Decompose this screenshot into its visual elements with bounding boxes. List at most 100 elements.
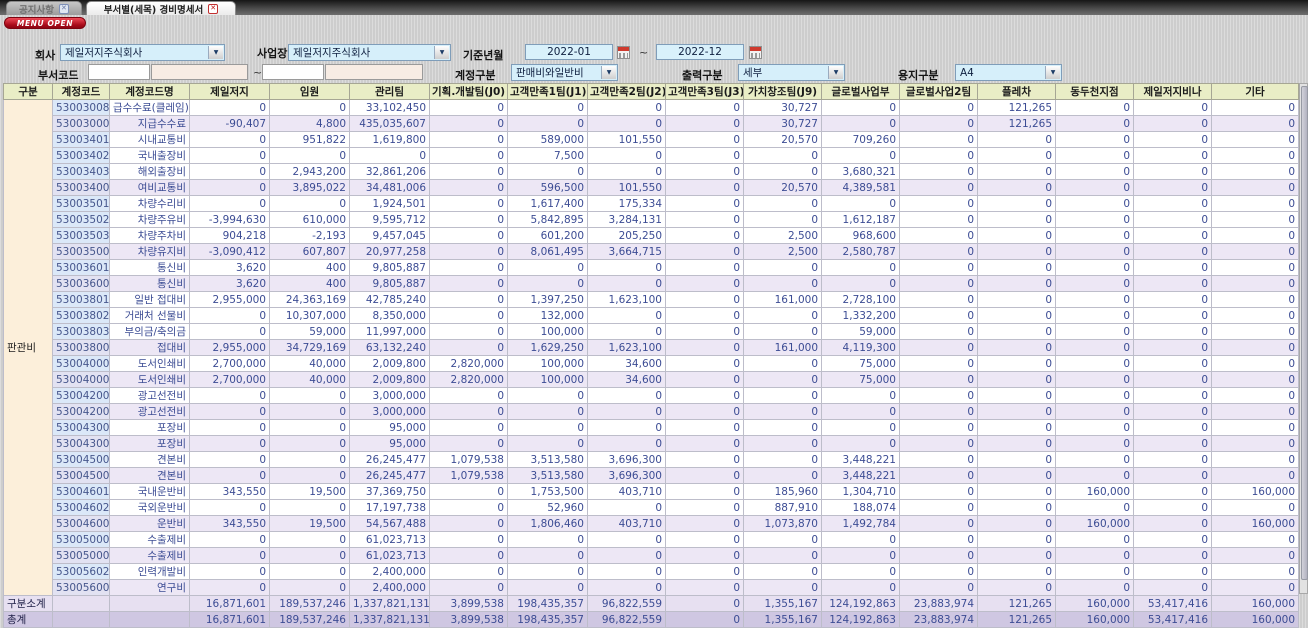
amount-cell: 0 [665, 275, 744, 292]
amount-cell: 0 [1211, 307, 1299, 324]
tab-expense-report-label: 부서별(세목) 경비명세서 [103, 4, 204, 16]
amount-cell: 0 [587, 259, 666, 276]
amount-cell: 0 [1211, 323, 1299, 340]
amount-cell: 0 [1133, 355, 1212, 372]
amount-cell: 0 [1133, 515, 1212, 532]
amount-cell: 0 [1133, 547, 1212, 564]
amount-cell: 2,500 [743, 227, 822, 244]
tab-notice[interactable]: 공지사항 ✕ [6, 1, 82, 16]
dept-code-name-input-2[interactable] [325, 64, 423, 80]
amount-cell: 175,334 [587, 195, 666, 212]
table-header-cell: 제일저지비나 [1133, 83, 1212, 100]
amount-cell: 607,807 [269, 243, 350, 260]
vertical-scrollbar[interactable] [1299, 83, 1308, 594]
amount-cell: 0 [1133, 323, 1212, 340]
amount-cell: 0 [429, 307, 508, 324]
amount-cell: 4,119,300 [821, 339, 900, 356]
dept-code-name-input-1[interactable] [151, 64, 248, 80]
chevron-down-icon[interactable]: ▼ [601, 66, 616, 79]
tab-expense-report-close-icon[interactable]: ✕ [208, 3, 219, 14]
paper-type-label: 용지구분 [898, 69, 939, 82]
amount-cell: 0 [1133, 131, 1212, 148]
table-row: 53003600 통신비 3,620 400 9,805,887 0 0 0 0 0 0 0 0 0 0 0 [4, 275, 1299, 292]
table-row: 53003000 지급수수료 -90,407 4,800 435,035,607 0 0 0 0… [4, 115, 1299, 132]
account-name-cell: 통신비 [109, 275, 190, 292]
amount-cell: 0 [899, 147, 978, 164]
amount-cell: 0 [429, 211, 508, 228]
amount-cell: 9,457,045 [349, 227, 430, 244]
amount-cell: 0 [977, 467, 1056, 484]
dept-code-input-1[interactable] [88, 64, 150, 80]
amount-cell: 0 [743, 435, 822, 452]
amount-cell: 0 [821, 579, 900, 596]
amount-cell: 0 [1211, 195, 1299, 212]
table-header-cell: 고객만족3팀(J3) [665, 83, 744, 100]
amount-cell: 0 [349, 147, 430, 164]
amount-cell: 188,074 [821, 499, 900, 516]
amount-cell: 0 [743, 259, 822, 276]
workplace-label: 사업장 [257, 47, 288, 60]
amount-cell: 2,955,000 [189, 291, 270, 308]
amount-cell: 2,009,800 [349, 355, 430, 372]
amount-cell: 0 [899, 419, 978, 436]
amount-cell: 2,400,000 [349, 563, 430, 580]
amount-cell: 0 [665, 339, 744, 356]
workplace-select[interactable]: 제일저지주식회사 ▼ [288, 44, 451, 61]
amount-cell: 1,397,250 [507, 291, 588, 308]
amount-cell: 2,580,787 [821, 243, 900, 260]
amount-cell: 0 [665, 531, 744, 548]
amount-cell: 26,245,477 [349, 467, 430, 484]
amount-cell: 0 [665, 259, 744, 276]
table-row: 53003601 통신비 3,620 400 9,805,887 0 0 0 0 0 0 0 0 0 0 0 [4, 259, 1299, 276]
tab-expense-report[interactable]: 부서별(세목) 경비명세서 ✕ [86, 1, 236, 16]
tab-notice-close-icon[interactable]: ✕ [58, 3, 69, 14]
table-row: 53003500 차량유지비 -3,090,412 607,807 20,977,258… [4, 243, 1299, 260]
amount-cell: 0 [1211, 179, 1299, 196]
scrollbar-thumb[interactable] [1301, 86, 1308, 580]
amount-cell: 0 [1133, 419, 1212, 436]
table-row: 53004601 국내운반비 343,550 19,500 37,369,750 0 1,7… [4, 483, 1299, 500]
amount-cell: 0 [1133, 387, 1212, 404]
tab-strip: 공지사항 ✕ 부서별(세목) 경비명세서 ✕ [0, 0, 1308, 16]
calendar-icon[interactable] [749, 46, 762, 59]
chevron-down-icon[interactable]: ▼ [1045, 66, 1060, 79]
dept-code-input-2[interactable] [262, 64, 324, 80]
amount-cell: 589,000 [507, 131, 588, 148]
amount-cell: 0 [743, 371, 822, 388]
paper-type-select[interactable]: A4 ▼ [955, 64, 1062, 81]
account-type-select[interactable]: 판매비와일반비 ▼ [511, 64, 618, 81]
amount-cell: 101,550 [587, 179, 666, 196]
amount-cell: 0 [977, 355, 1056, 372]
amount-cell: 0 [743, 387, 822, 404]
amount-cell: 0 [1211, 99, 1299, 116]
amount-cell: 0 [665, 323, 744, 340]
amount-cell: 2,728,100 [821, 291, 900, 308]
account-code-cell: 53003601 [52, 259, 110, 276]
amount-cell: 19,500 [269, 483, 350, 500]
account-name-cell: 차량유지비 [109, 243, 190, 260]
chevron-down-icon[interactable]: ▼ [434, 46, 449, 59]
company-select[interactable]: 제일저지주식회사 ▼ [60, 44, 225, 61]
menu-open-button[interactable]: MENU OPEN [4, 17, 86, 29]
chevron-down-icon[interactable]: ▼ [208, 46, 223, 59]
calendar-icon[interactable] [617, 46, 630, 59]
amount-cell: 0 [977, 515, 1056, 532]
output-type-select[interactable]: 세부 ▼ [738, 64, 845, 81]
amount-cell: 887,910 [743, 499, 822, 516]
amount-cell: 160,000 [1211, 515, 1299, 532]
amount-cell: 0 [1055, 467, 1134, 484]
base-period-to-input[interactable]: 2022-12 [656, 44, 744, 60]
chevron-down-icon[interactable]: ▼ [828, 66, 843, 79]
amount-cell: 75,000 [821, 371, 900, 388]
amount-cell: 435,035,607 [349, 115, 430, 132]
amount-cell: 0 [429, 435, 508, 452]
amount-cell: 0 [1133, 291, 1212, 308]
amount-cell: 0 [899, 547, 978, 564]
amount-cell: 11,997,000 [349, 323, 430, 340]
account-name-cell: 포장비 [109, 419, 190, 436]
base-period-from-input[interactable]: 2022-01 [525, 44, 613, 60]
amount-cell: 0 [269, 147, 350, 164]
amount-cell: 75,000 [821, 355, 900, 372]
table-header-cell: 글로벌사업2팀 [899, 83, 978, 100]
amount-cell: 0 [899, 387, 978, 404]
